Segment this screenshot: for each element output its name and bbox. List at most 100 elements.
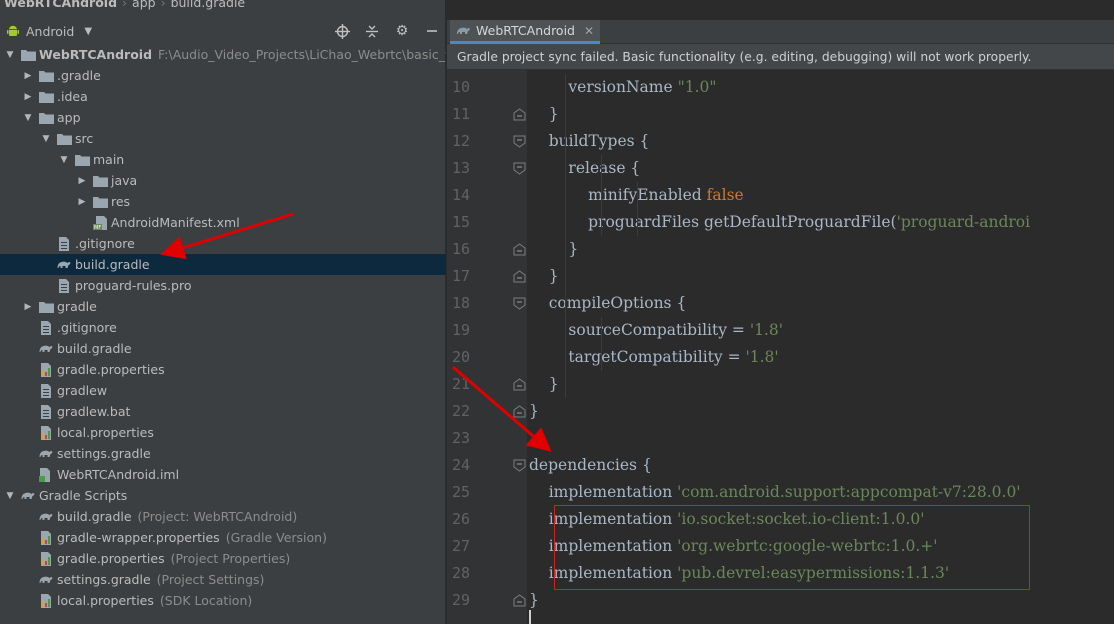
tree-item[interactable]: gradlew [0,380,446,401]
gradle-icon [38,447,54,461]
expanded-arrow-icon[interactable]: ▼ [58,154,70,166]
line-number: 26 [451,510,470,528]
tree-item[interactable]: MF AndroidManifest.xml [0,212,446,233]
collapsed-arrow-icon[interactable]: ▶ [22,301,34,313]
code-text: } [529,101,559,128]
code-line[interactable]: 10 versionName "1.0" [447,74,1114,101]
code-line[interactable]: 16 } [447,236,1114,263]
code-line[interactable]: 27 implementation 'org.webrtc:google-web… [447,533,1114,560]
code-line[interactable]: 24 dependencies { [447,452,1114,479]
code-line[interactable] [447,614,1114,624]
expanded-arrow-icon[interactable]: ▼ [40,133,52,145]
fold-start-icon[interactable] [513,135,526,148]
tree-item[interactable]: build.gradle [0,254,446,275]
expanded-arrow-icon[interactable]: ▼ [22,112,34,124]
tree-item[interactable]: gradle-wrapper.properties (Gradle Version… [0,527,446,548]
breadcrumb-item[interactable]: build.gradle [171,0,246,10]
collapsed-arrow-icon[interactable]: ▶ [22,91,34,103]
fold-end-icon[interactable] [513,270,526,283]
tree-item[interactable]: .gitignore [0,317,446,338]
tree-item[interactable]: settings.gradle (Project Settings) [0,569,446,590]
minimize-icon[interactable] [424,23,440,39]
tree-item[interactable]: ▼ app [0,107,446,128]
collapsed-arrow-icon[interactable]: ▶ [76,175,88,187]
code-line[interactable]: 13 release { [447,155,1114,182]
line-number: 17 [451,267,470,285]
line-number: 24 [451,456,470,474]
tree-item[interactable]: build.gradle [0,338,446,359]
tree-item[interactable]: gradlew.bat [0,401,446,422]
code-line[interactable]: 14 minifyEnabled false [447,182,1114,209]
breadcrumb-label: app [132,0,156,10]
tree-item[interactable]: ▶ res [0,191,446,212]
tab-webrtcandroid[interactable]: WebRTCAndroid ✕ [450,20,601,44]
tree-item[interactable]: gradle.properties [0,359,446,380]
code-area[interactable]: 10 versionName "1.0" 11 } 12 buildTypes {1… [447,70,1114,624]
tree-item[interactable]: ▼ src [0,128,446,149]
tree-item[interactable]: settings.gradle [0,443,446,464]
fold-start-icon[interactable] [513,459,526,472]
tree-item[interactable]: ▼ main [0,149,446,170]
project-view-selector[interactable]: Android ▼ [0,24,92,39]
code-line[interactable]: 17 } [447,263,1114,290]
collapsed-arrow-icon[interactable]: ▶ [22,70,34,82]
gradle-icon [38,510,54,524]
expanded-arrow-icon[interactable]: ▼ [4,49,16,61]
close-icon[interactable]: ✕ [584,24,594,38]
tree-item[interactable]: WebRTCAndroid.iml [0,464,446,485]
tree-item[interactable]: ▶ .gradle [0,65,446,86]
code-line[interactable]: 20 targetCompatibility = '1.8' [447,344,1114,371]
gear-icon[interactable]: ⚙ [394,23,410,39]
properties-file-icon [38,593,54,608]
tree-item[interactable]: local.properties [0,422,446,443]
tree-item[interactable]: proguard-rules.pro [0,275,446,296]
collapsed-arrow-icon[interactable]: ▶ [76,196,88,208]
tree-item-label: build.gradle [57,509,132,524]
breadcrumb-item[interactable]: WebRTCAndroid [0,0,117,10]
tree-item[interactable]: ▶ java [0,170,446,191]
fold-start-icon[interactable] [513,162,526,175]
code-line[interactable]: 23 [447,425,1114,452]
tree-item-label: gradle [57,299,97,314]
code-text: versionName "1.0" [529,74,716,101]
fold-end-icon[interactable] [513,594,526,607]
tree-item[interactable]: .gitignore [0,233,446,254]
fold-start-icon[interactable] [513,297,526,310]
code-line[interactable]: 18 compileOptions { [447,290,1114,317]
code-line[interactable]: 26 implementation 'io.socket:socket.io-c… [447,506,1114,533]
tree-item-label: WebRTCAndroid [39,47,153,62]
tree-item[interactable]: ▼ WebRTCAndroid F:\Audio_Video_Projects\Li… [0,44,446,65]
fold-end-icon[interactable] [513,378,526,391]
tree-item[interactable]: local.properties (SDK Location) [0,590,446,611]
gradle-icon [457,27,470,34]
breadcrumb-item[interactable]: app [132,0,156,10]
locate-icon[interactable] [334,23,350,39]
line-number: 18 [451,294,470,312]
code-line[interactable]: 11 } [447,101,1114,128]
code-line[interactable]: 21 } [447,371,1114,398]
code-line[interactable]: 29} [447,587,1114,614]
code-text: targetCompatibility = '1.8' [529,344,778,371]
tree-item-label: settings.gradle [57,446,151,461]
code-line[interactable]: 28 implementation 'pub.devrel:easypermis… [447,560,1114,587]
tree-item[interactable]: ▼ Gradle Scripts [0,485,446,506]
tree-item[interactable]: ▶ .idea [0,86,446,107]
code-line[interactable]: 22} [447,398,1114,425]
code-line[interactable]: 15 proguardFiles getDefaultProguardFile(… [447,209,1114,236]
fold-end-icon[interactable] [513,243,526,256]
folder-icon [38,69,54,83]
tree-item[interactable]: ▶ gradle [0,296,446,317]
tree-item[interactable]: build.gradle (Project: WebRTCAndroid) [0,506,446,527]
gradle-icon [38,342,54,356]
breadcrumb-separator: › [122,0,128,10]
fold-end-icon[interactable] [513,108,526,121]
code-line[interactable]: 25 implementation 'com.android.support:a… [447,479,1114,506]
collapse-all-icon[interactable] [364,23,380,39]
code-line[interactable]: 12 buildTypes { [447,128,1114,155]
tree-item[interactable]: gradle.properties (Project Properties) [0,548,446,569]
fold-end-icon[interactable] [513,405,526,418]
expanded-arrow-icon[interactable]: ▼ [4,490,16,502]
code-line[interactable]: 19 sourceCompatibility = '1.8' [447,317,1114,344]
